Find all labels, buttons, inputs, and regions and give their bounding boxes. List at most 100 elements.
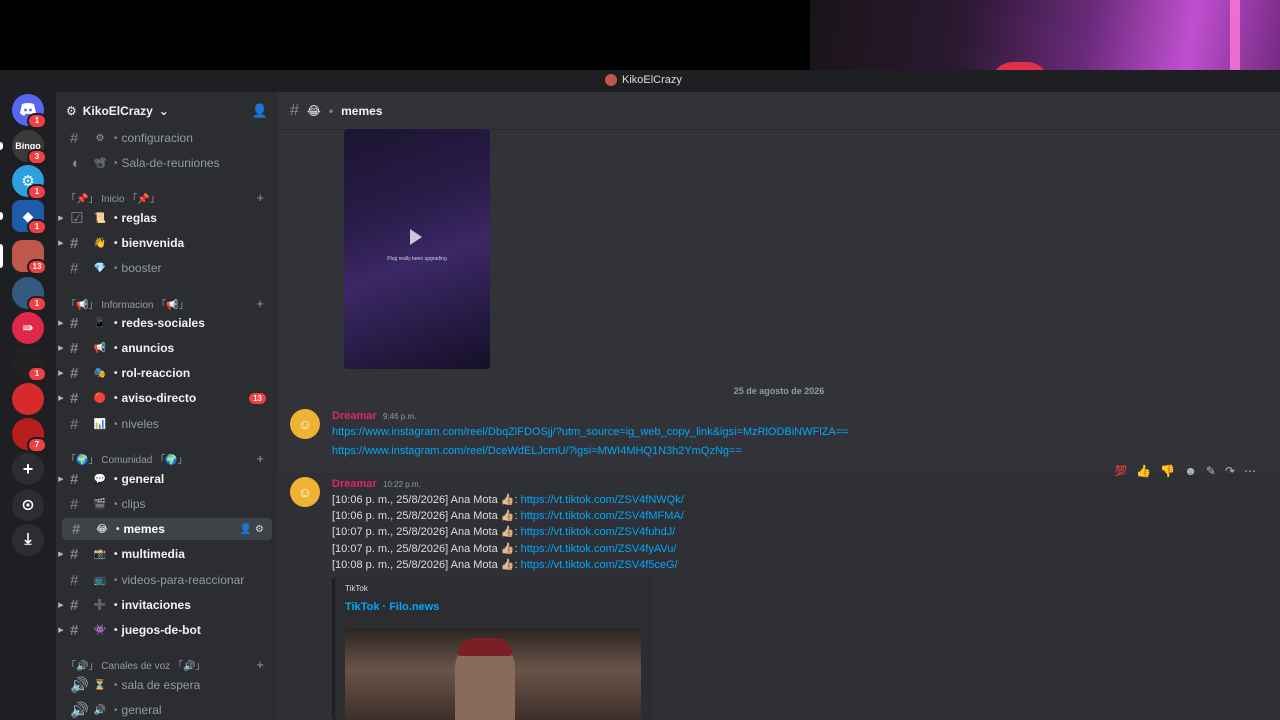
add-server-icon[interactable]: + (12, 453, 44, 485)
channel-videos-para-reaccionar[interactable]: # 📺 • videos-para-reaccionar (56, 569, 278, 591)
channel-label: reglas (121, 211, 157, 225)
channel-label: videos-para-reaccionar (121, 573, 245, 587)
hundred-reaction-icon[interactable]: 💯 (1115, 466, 1127, 477)
server-icon-5[interactable]: 1 (12, 277, 47, 312)
server-icon-7[interactable]: 1 (12, 347, 47, 382)
stage-icon: ◖ (70, 154, 80, 172)
channel-aviso-directo[interactable]: ▶ # 🔴 • aviso-directo 13 (56, 387, 278, 409)
tiktok-link[interactable]: https://vt.tiktok.com/ZSV4fMFMA/ (521, 510, 684, 522)
voice-channel-sala-de-espera[interactable]: 🔊 ⏳ • sala de espera (56, 674, 278, 696)
video-attachment[interactable]: Plug really been upgrading (344, 129, 490, 369)
channel-settings-icons[interactable]: 👤 ⚙ (240, 524, 264, 535)
category-informacion[interactable]: 「📢」 Informacion 「📢」 + (56, 294, 278, 312)
channel-label: Sala-de-reuniones (121, 156, 220, 170)
play-icon[interactable] (410, 229, 422, 245)
edit-icon[interactable]: ✎ (1206, 464, 1216, 478)
channel-label: anuncios (121, 341, 175, 355)
explore-icon[interactable]: ⊙ (12, 489, 44, 521)
channel-redes-sociales[interactable]: ▶ # 📱 • redes-sociales (56, 312, 278, 334)
speaker-icon: 🔊 (70, 677, 89, 694)
tiktok-link[interactable]: https://vt.tiktok.com/ZSV4fuhdJ/ (521, 526, 676, 538)
channel-multimedia[interactable]: ▶ # 📸 • multimedia (56, 543, 278, 565)
channel-emoji: 📽 (93, 157, 107, 169)
invite-people-icon[interactable]: 👤 (252, 103, 268, 119)
channel-bienvenida[interactable]: ▶ # 👋 • bienvenida (56, 232, 278, 254)
channel-header: # 😂 • memes (278, 92, 1280, 130)
forward-icon[interactable]: ↷ (1225, 464, 1235, 478)
hash-icon: # (70, 259, 79, 277)
channel-label: redes-sociales (121, 316, 205, 330)
add-channel-icon[interactable]: + (256, 296, 264, 311)
channel-juegos-de-bot[interactable]: ▶ # 👾 • juegos-de-bot (56, 619, 278, 641)
channel-clips[interactable]: # 🎬 • clips (56, 493, 278, 515)
thumbs-up-icon[interactable]: 👍 (1136, 464, 1151, 478)
message-timestamp: 9:46 p.m. (383, 412, 417, 421)
message-timestamp: 10:22 p.m. (383, 480, 421, 489)
channel-title: memes (341, 103, 383, 118)
selected-pill (0, 244, 3, 268)
category-inicio[interactable]: 「📌」 Inicio 「📌」 + (56, 188, 278, 206)
server-list: 1 Bingo 3 ⚙ 1 ◆ 1 13 1 ⇛ 1 7 + ⊙ ⤓ (0, 92, 56, 720)
embed-thumbnail[interactable] (345, 628, 641, 720)
thumbs-down-icon[interactable]: 👎 (1160, 464, 1175, 478)
discord-logo-icon: ☺ (297, 484, 313, 500)
message-author[interactable]: Dreamar (332, 410, 377, 422)
avatar[interactable]: ☺ (290, 477, 320, 507)
chat-area: # 😂 • memes Plug really been upgrading 2… (278, 92, 1280, 720)
server-badge: 1 (27, 366, 47, 382)
voice-channel-general[interactable]: 🔊 🔊 • general (56, 699, 278, 720)
channel-rol-reaccion[interactable]: ▶ # 🎭 • rol-reaccion (56, 362, 278, 384)
hash-icon: # (70, 596, 79, 614)
channel-label: sala de espera (121, 678, 201, 692)
server-icon-3[interactable]: ◆ 1 (12, 200, 47, 235)
more-icon[interactable]: ⋯ (1244, 464, 1256, 478)
tiktok-link[interactable]: https://vt.tiktok.com/ZSV4fNWQk/ (521, 494, 684, 506)
message-link[interactable]: https://www.instagram.com/reel/DbqZlFDOS… (332, 426, 849, 438)
server-icon-bingo[interactable]: Bingo 3 (12, 130, 47, 165)
tiktok-link[interactable]: https://vt.tiktok.com/ZSV4f5ceG/ (521, 559, 678, 571)
message-author[interactable]: Dreamar (332, 478, 377, 490)
download-icon[interactable]: ⤓ (12, 524, 44, 556)
channel-sidebar: ⚙ KikoElCrazy ⌄ 👤 # ⚙ • configuracion ◖ 📽… (56, 92, 278, 720)
channel-sala-de-reuniones[interactable]: ◖ 📽 • Sala-de-reuniones (56, 152, 278, 174)
channel-general[interactable]: ▶ # 💬 • general (56, 468, 278, 490)
channel-configuracion[interactable]: # ⚙ • configuracion (56, 127, 278, 149)
channel-anuncios[interactable]: ▶ # 📢 • anuncios (56, 337, 278, 359)
add-channel-icon[interactable]: + (256, 451, 264, 466)
server-badge: 7 (27, 437, 47, 453)
category-comunidad[interactable]: 「🌍」 Comunidad 「🌍」 + (56, 449, 278, 467)
hash-icon: # (70, 495, 79, 513)
channel-memes[interactable]: # 😂 • memes 👤 ⚙ (62, 518, 272, 540)
embed-title[interactable]: TikTok · Filo.news (345, 601, 439, 613)
channel-invitaciones[interactable]: ▶ # ➕ • invitaciones (56, 594, 278, 616)
server-badge: 13 (27, 259, 47, 275)
message-line: [10:07 p. m., 25/8/2026] Ana Mota 👍🏼: ht… (332, 543, 677, 555)
channel-reglas[interactable]: ▶ ☑ 📜 • reglas (56, 207, 278, 229)
channel-niveles[interactable]: # 📊 • niveles (56, 413, 278, 435)
channel-booster[interactable]: # 💎 • booster (56, 257, 278, 279)
channel-label: multimedia (121, 547, 185, 561)
add-channel-icon[interactable]: + (256, 657, 264, 672)
hash-icon: # (70, 470, 79, 488)
channel-label: clips (121, 497, 146, 511)
avatar[interactable]: ☺ (290, 409, 320, 439)
add-reaction-icon[interactable]: ☻ (1184, 464, 1197, 478)
server-icon-6[interactable]: ⇛ (12, 312, 44, 344)
channel-label: rol-reaccion (121, 366, 191, 380)
server-header[interactable]: ⚙ KikoElCrazy ⌄ 👤 (56, 92, 278, 130)
channel-label: general (121, 703, 162, 717)
server-icon-9[interactable]: 7 (12, 418, 47, 453)
channel-label: configuracion (121, 131, 193, 145)
embed-provider: TikTok (345, 584, 368, 593)
message-link[interactable]: https://www.instagram.com/reel/DceWdELJc… (332, 445, 742, 457)
server-icon-8[interactable] (12, 383, 44, 415)
home-discord-icon[interactable]: 1 (12, 94, 47, 129)
server-icon-2[interactable]: ⚙ 1 (12, 165, 47, 200)
server-name: KikoElCrazy (82, 104, 153, 118)
category-canales-de-voz[interactable]: 「🔊」 Canales de voz 「🔊」 + (56, 655, 278, 673)
server-icon-kikoelcrazy[interactable]: 13 (12, 240, 47, 275)
tiktok-link[interactable]: https://vt.tiktok.com/ZSV4fyAVu/ (521, 543, 677, 555)
channel-emoji: ⚙ (95, 132, 105, 144)
hash-icon: # (290, 101, 299, 119)
add-channel-icon[interactable]: + (256, 190, 264, 205)
